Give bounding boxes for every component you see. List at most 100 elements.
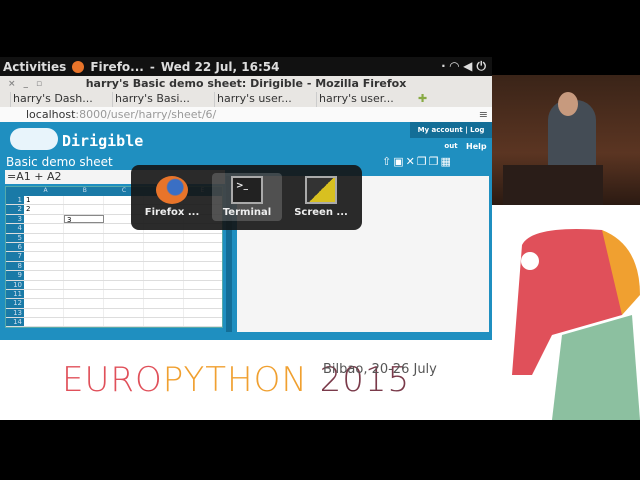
cell[interactable]	[64, 196, 104, 205]
cell[interactable]	[64, 233, 104, 242]
row-header[interactable]: 13	[6, 308, 24, 318]
cell[interactable]	[104, 242, 144, 252]
firefox-icon	[72, 60, 85, 73]
toolbar-icons[interactable]: ⇧▣✕❐❐▦	[382, 155, 453, 168]
cell[interactable]	[144, 261, 184, 271]
cell[interactable]	[104, 271, 144, 280]
row-header[interactable]: 3	[6, 214, 24, 224]
cell[interactable]	[64, 252, 104, 261]
terminal-icon: >_	[231, 176, 263, 204]
cell[interactable]	[144, 299, 184, 308]
cell[interactable]: 3	[64, 214, 104, 224]
cell[interactable]	[64, 308, 104, 318]
cell[interactable]	[24, 242, 64, 252]
cell[interactable]	[144, 308, 184, 318]
cell[interactable]	[104, 289, 144, 299]
cell[interactable]	[64, 242, 104, 252]
cell[interactable]	[24, 252, 64, 261]
cell[interactable]	[64, 299, 104, 308]
cell[interactable]	[144, 233, 184, 242]
row-header[interactable]: 11	[6, 289, 24, 299]
cell[interactable]	[64, 271, 104, 280]
cell[interactable]	[64, 289, 104, 299]
app-switcher: Firefox ... >_ Terminal Screen ...	[131, 165, 362, 230]
tab[interactable]: harry's user...	[316, 92, 412, 107]
screenshot-icon	[305, 176, 337, 204]
cell[interactable]	[64, 280, 104, 289]
cell[interactable]	[144, 280, 184, 289]
row-header[interactable]: 5	[6, 233, 24, 242]
cell[interactable]	[144, 289, 184, 299]
cell[interactable]	[144, 252, 184, 261]
cell[interactable]	[64, 205, 104, 214]
table-row: 5	[6, 233, 222, 243]
activities-button[interactable]: Activities	[3, 60, 66, 74]
row-header[interactable]: 7	[6, 252, 24, 261]
switcher-firefox[interactable]: Firefox ...	[137, 173, 207, 221]
row-header[interactable]: 14	[6, 318, 24, 327]
row-header[interactable]: 6	[6, 242, 24, 252]
table-row: 8	[6, 261, 222, 272]
row-header[interactable]: 2	[6, 205, 24, 214]
my-account-link[interactable]: My account	[418, 126, 463, 134]
row-header[interactable]: 1	[6, 196, 24, 205]
cell[interactable]	[24, 280, 64, 289]
cell[interactable]	[104, 252, 144, 261]
tab[interactable]: harry's Basi...	[112, 92, 208, 107]
url-bar[interactable]: localhost:8000/user/harry/sheet/6/ ≡	[0, 107, 492, 122]
app-menu[interactable]: Firefo...	[90, 60, 144, 74]
tab[interactable]: harry's Dash...	[10, 92, 106, 107]
new-tab-icon[interactable]: ✚	[418, 92, 427, 107]
column-header[interactable]: B	[65, 187, 104, 196]
cell[interactable]	[144, 318, 184, 327]
tab[interactable]: harry's user...	[214, 92, 310, 107]
cell[interactable]	[104, 299, 144, 308]
cell[interactable]	[24, 318, 64, 327]
window-title: harry's Basic demo sheet: Dirigible - Mo…	[85, 77, 407, 90]
cell[interactable]	[24, 299, 64, 308]
switcher-screenshot[interactable]: Screen ...	[286, 173, 356, 221]
row-header[interactable]: 4	[6, 224, 24, 233]
column-header[interactable]: A	[26, 187, 65, 196]
cell[interactable]	[104, 318, 144, 327]
url-path: :8000/user/harry/sheet/6/	[75, 108, 217, 121]
cell[interactable]: 2	[24, 205, 64, 214]
clock[interactable]: Wed 22 Jul, 16:54	[161, 60, 280, 74]
cell[interactable]	[104, 308, 144, 318]
help-link[interactable]: Help	[466, 142, 487, 151]
separator: -	[149, 59, 155, 74]
url-host: localhost	[26, 108, 76, 121]
cell[interactable]	[64, 261, 104, 271]
speaker-head	[558, 92, 578, 116]
cell[interactable]	[144, 271, 184, 280]
row-header[interactable]: 9	[6, 271, 24, 280]
window-controls[interactable]: ×_▫	[8, 76, 50, 92]
cell[interactable]	[24, 233, 64, 242]
cell[interactable]	[64, 224, 104, 233]
row-header[interactable]: 10	[6, 280, 24, 289]
cell[interactable]	[144, 242, 184, 252]
row-header[interactable]: 12	[6, 299, 24, 308]
account-bar: My account | Log out	[410, 122, 492, 150]
cell[interactable]	[24, 214, 64, 224]
menu-icon[interactable]: ≡	[479, 107, 488, 122]
table-row: 9	[6, 271, 222, 281]
switcher-label: Terminal	[222, 207, 272, 218]
cell[interactable]: 1	[24, 196, 64, 205]
tab-bar: harry's Dash... harry's Basi... harry's …	[0, 92, 492, 107]
cell[interactable]	[24, 224, 64, 233]
firefox-icon	[156, 176, 188, 204]
cell[interactable]	[24, 308, 64, 318]
cell[interactable]	[24, 261, 64, 271]
cell[interactable]	[104, 261, 144, 271]
cell[interactable]	[24, 271, 64, 280]
table-row: 12	[6, 299, 222, 309]
gnome-top-bar: Activities Firefo... - Wed 22 Jul, 16:54…	[0, 57, 492, 76]
cell[interactable]	[64, 318, 104, 327]
cell[interactable]	[104, 280, 144, 289]
status-icons[interactable]: ⋅ ◠ ◀ ⏻	[441, 59, 492, 74]
switcher-terminal[interactable]: >_ Terminal	[212, 173, 282, 221]
row-header[interactable]: 8	[6, 261, 24, 271]
cell[interactable]	[24, 289, 64, 299]
cell[interactable]	[104, 233, 144, 242]
